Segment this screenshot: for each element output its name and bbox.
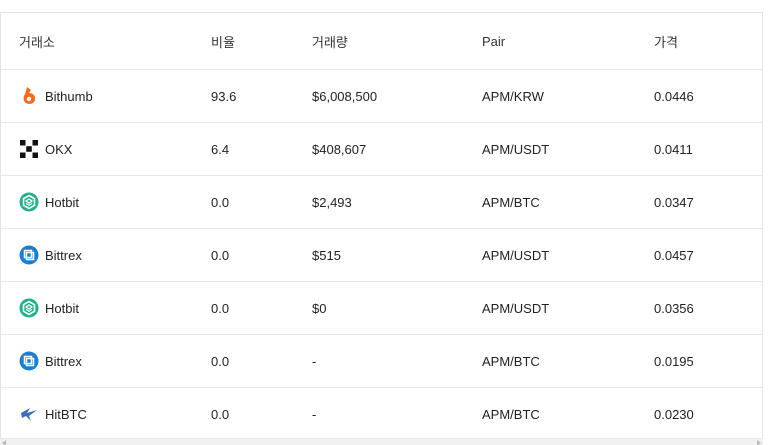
header-exchange[interactable]: 거래소 <box>19 13 55 69</box>
ratio-cell: 0.0 <box>211 300 230 316</box>
pair-cell: APM/BTC <box>482 353 540 369</box>
price-cell: 0.0457 <box>654 247 694 263</box>
table-row[interactable]: HitBTC 0.0 - APM/BTC 0.0230 <box>1 388 762 441</box>
table-header: 거래소 비율 거래량 Pair 가격 <box>1 13 762 70</box>
table-row[interactable]: Bittrex 0.0 - APM/BTC 0.0195 <box>1 335 762 388</box>
exchange-link[interactable]: HitBTC <box>19 404 87 424</box>
price-cell: 0.0446 <box>654 88 694 104</box>
pair-cell: APM/KRW <box>482 88 544 104</box>
scroll-right-icon[interactable] <box>757 440 761 445</box>
header-pair[interactable]: Pair <box>482 13 505 69</box>
exchange-name: Hotbit <box>45 300 79 316</box>
exchange-link[interactable]: Bittrex <box>19 351 82 371</box>
hitbtc-icon <box>19 404 39 424</box>
pair-cell: APM/USDT <box>482 141 550 157</box>
price-cell: 0.0230 <box>654 406 694 422</box>
header-price[interactable]: 가격 <box>654 13 678 69</box>
header-volume[interactable]: 거래량 <box>312 13 348 69</box>
pair-cell: APM/BTC <box>482 406 540 422</box>
bittrex-icon <box>19 351 39 371</box>
price-cell: 0.0411 <box>654 141 693 157</box>
exchange-name: Bithumb <box>45 88 93 104</box>
pair-cell: APM/USDT <box>482 247 550 263</box>
scroll-left-icon[interactable] <box>2 440 6 445</box>
ratio-cell: 0.0 <box>211 353 230 369</box>
table-row[interactable]: Bittrex 0.0 $515 APM/USDT 0.0457 <box>1 229 762 282</box>
price-cell: 0.0347 <box>654 194 694 210</box>
ratio-cell: 0.0 <box>211 406 230 422</box>
table-row[interactable]: Hotbit 0.0 $0 APM/USDT 0.0356 <box>1 282 762 335</box>
exchange-link[interactable]: Hotbit <box>19 298 79 318</box>
volume-cell: - <box>312 406 317 422</box>
volume-cell: $408,607 <box>312 141 367 157</box>
okx-icon <box>19 139 39 159</box>
price-cell: 0.0356 <box>654 300 694 316</box>
volume-cell: $0 <box>312 300 327 316</box>
ratio-cell: 93.6 <box>211 88 237 104</box>
exchange-link[interactable]: Bittrex <box>19 245 82 265</box>
pair-cell: APM/BTC <box>482 194 540 210</box>
volume-cell: $515 <box>312 247 341 263</box>
exchange-link[interactable]: OKX <box>19 139 72 159</box>
horizontal-scrollbar[interactable] <box>0 438 763 445</box>
header-ratio[interactable]: 비율 <box>211 13 235 69</box>
exchange-cell[interactable]: Hotbit <box>19 176 79 228</box>
exchange-cell[interactable]: Hotbit <box>19 282 79 334</box>
ratio-cell: 0.0 <box>211 194 230 210</box>
exchange-name: Bittrex <box>45 353 82 369</box>
volume-cell: $2,493 <box>312 194 352 210</box>
exchange-cell[interactable]: OKX <box>19 123 72 175</box>
ratio-cell: 0.0 <box>211 247 230 263</box>
hotbit-icon <box>19 298 39 318</box>
exchange-name: Bittrex <box>45 247 82 263</box>
exchange-name: Hotbit <box>45 194 79 210</box>
exchange-link[interactable]: Bithumb <box>19 86 93 106</box>
volume-cell: - <box>312 353 317 369</box>
exchange-table: 거래소 비율 거래량 Pair 가격 Bithumb 93.6 $6,008,5… <box>0 12 763 441</box>
table-row[interactable]: Bithumb 93.6 $6,008,500 APM/KRW 0.0446 <box>1 70 762 123</box>
exchange-name: HitBTC <box>45 406 87 422</box>
exchange-cell[interactable]: HitBTC <box>19 388 87 440</box>
price-cell: 0.0195 <box>654 353 694 369</box>
bittrex-icon <box>19 245 39 265</box>
exchange-name: OKX <box>45 141 73 157</box>
ratio-cell: 6.4 <box>211 141 230 157</box>
hotbit-icon <box>19 192 39 212</box>
exchange-cell[interactable]: Bithumb <box>19 70 93 122</box>
exchange-cell[interactable]: Bittrex <box>19 335 82 387</box>
bithumb-icon <box>19 86 39 106</box>
exchange-cell[interactable]: Bittrex <box>19 229 82 281</box>
volume-cell: $6,008,500 <box>312 88 378 104</box>
table-row[interactable]: OKX 6.4 $408,607 APM/USDT 0.0411 <box>1 123 762 176</box>
exchange-link[interactable]: Hotbit <box>19 192 79 212</box>
pair-cell: APM/USDT <box>482 300 550 316</box>
table-row[interactable]: Hotbit 0.0 $2,493 APM/BTC 0.0347 <box>1 176 762 229</box>
